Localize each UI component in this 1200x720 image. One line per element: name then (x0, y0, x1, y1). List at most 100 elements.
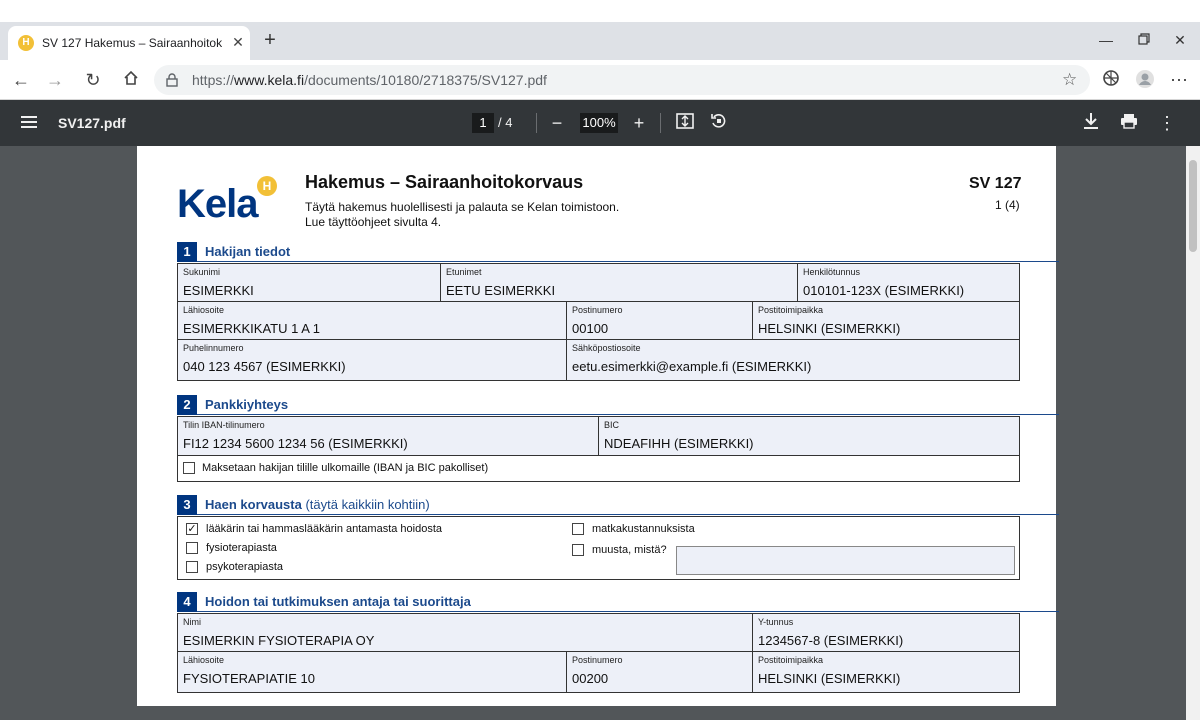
toolbar-divider (660, 113, 661, 133)
close-tab-icon[interactable]: ✕ (230, 34, 246, 50)
address-bar[interactable]: https://www.kela.fi/documents/10180/2718… (154, 65, 1090, 95)
forward-icon[interactable]: → (44, 69, 66, 91)
field-label: Postinumero (572, 655, 623, 665)
field-label: Lähiosoite (183, 655, 225, 665)
field-label: Henkilötunnus (803, 267, 861, 277)
provider-street-field[interactable]: Lähiosoite FYSIOTERAPIATIE 10 (177, 651, 567, 693)
bic-field[interactable]: BIC NDEAFIHH (ESIMERKKI) (598, 416, 1020, 456)
menu-icon[interactable] (18, 112, 40, 134)
claim-type-box: ✓ lääkärin tai hammaslääkärin antamasta … (177, 516, 1020, 580)
provider-post-office-field[interactable]: Postitoimipaikka HELSINKI (ESIMERKKI) (752, 651, 1020, 693)
section-number: 4 (177, 592, 197, 612)
kela-logo-mark-icon: H (257, 176, 277, 196)
other-reason-input[interactable] (676, 546, 1015, 575)
extensions-icon[interactable] (1100, 69, 1122, 91)
personal-id-field[interactable]: Henkilötunnus 010101-123X (ESIMERKKI) (797, 263, 1020, 302)
section-subtitle: (täytä kaikkiin kohtiin) (305, 497, 430, 512)
field-label: Y-tunnus (758, 617, 794, 627)
page-total: / 4 (498, 115, 513, 130)
checkbox-label: Maksetaan hakijan tilille ulkomaille (IB… (202, 462, 489, 474)
field-label: Postitoimipaikka (758, 305, 824, 315)
scrollbar-thumb[interactable] (1189, 160, 1197, 252)
field-value: ESIMERKKI (183, 283, 254, 298)
section-title-text: Haen korvausta (205, 497, 302, 512)
close-window-icon[interactable]: ✕ (1170, 30, 1190, 50)
page-number-input[interactable]: 1 (472, 113, 494, 133)
other-reason-checkbox[interactable] (572, 544, 584, 556)
lock-icon (166, 73, 178, 87)
field-value: 010101-123X (ESIMERKKI) (803, 283, 965, 298)
field-label: Lähiosoite (183, 305, 225, 315)
field-value: HELSINKI (ESIMERKKI) (758, 671, 901, 686)
new-tab-icon[interactable]: + (260, 30, 280, 50)
field-label: Puhelinnumero (183, 343, 244, 353)
checkbox-label: psykoterapiasta (206, 561, 284, 573)
minimize-icon[interactable]: — (1096, 30, 1116, 50)
pdf-more-icon[interactable]: ⋮ (1156, 112, 1178, 134)
field-value: EETU ESIMERKKI (446, 283, 556, 298)
field-value: FI12 1234 5600 1234 56 (ESIMERKKI) (183, 436, 408, 451)
provider-name-field[interactable]: Nimi ESIMERKIN FYSIOTERAPIA OY (177, 613, 753, 652)
field-label: Nimi (183, 617, 201, 627)
field-label: Sukunimi (183, 267, 221, 277)
first-names-field[interactable]: Etunimet EETU ESIMERKKI (440, 263, 798, 302)
business-id-field[interactable]: Y-tunnus 1234567-8 (ESIMERKKI) (752, 613, 1020, 652)
checkbox-label: muusta, mistä? (592, 544, 667, 556)
field-value: 040 123 4567 (ESIMERKKI) (183, 359, 346, 374)
form-page-indicator: 1 (4) (995, 198, 1020, 212)
physiotherapy-checkbox[interactable] (186, 542, 198, 554)
field-value: 00100 (572, 321, 609, 336)
section-number: 1 (177, 242, 197, 262)
restore-icon[interactable] (1134, 30, 1154, 50)
field-value: 00200 (572, 671, 609, 686)
street-address-field[interactable]: Lähiosoite ESIMERKKIKATU 1 A 1 (177, 301, 567, 340)
download-icon[interactable] (1080, 112, 1102, 134)
home-icon[interactable] (120, 69, 142, 91)
more-menu-icon[interactable]: ⋯ (1168, 69, 1190, 91)
field-value: eetu.esimerkki@example.fi (ESIMERKKI) (572, 359, 812, 374)
psychotherapy-checkbox[interactable] (186, 561, 198, 573)
travel-costs-checkbox[interactable] (572, 523, 584, 535)
bookmark-star-icon[interactable]: ☆ (1062, 70, 1077, 90)
section-title: Hoidon tai tutkimuksen antaja tai suorit… (205, 594, 471, 609)
foreign-account-checkbox[interactable] (183, 462, 195, 474)
field-label: Etunimet (446, 267, 482, 277)
field-label: BIC (604, 420, 620, 430)
doctor-treatment-checkbox[interactable]: ✓ (186, 523, 198, 535)
profile-avatar-icon[interactable] (1134, 69, 1156, 91)
phone-field[interactable]: Puhelinnumero 040 123 4567 (ESIMERKKI) (177, 339, 567, 381)
section-title: Pankkiyhteys (205, 397, 289, 412)
section-number: 3 (177, 495, 197, 515)
email-field[interactable]: Sähköpostiosoite eetu.esimerkki@example.… (566, 339, 1020, 381)
iban-field[interactable]: Tilin IBAN-tilinumero FI12 1234 5600 123… (177, 416, 599, 456)
postcode-field[interactable]: Postinumero 00100 (566, 301, 753, 340)
section-rule (197, 514, 1059, 515)
reload-icon[interactable]: ↻ (82, 69, 104, 91)
tab-strip: H SV 127 Hakemus – Sairaanhoitokorvaus ✕… (0, 22, 1200, 60)
url-text: https://www.kela.fi/documents/10180/2718… (192, 72, 547, 88)
pdf-file-name: SV127.pdf (58, 115, 126, 131)
back-icon[interactable]: ← (10, 69, 32, 91)
checkbox-label: matkakustannuksista (592, 523, 695, 535)
field-label: Sähköpostiosoite (572, 343, 641, 353)
browser-tab-active[interactable]: H SV 127 Hakemus – Sairaanhoitokorvaus ✕ (8, 26, 250, 60)
surname-field[interactable]: Sukunimi ESIMERKKI (177, 263, 441, 302)
fit-page-icon[interactable] (674, 112, 696, 134)
scrollbar[interactable] (1186, 146, 1200, 720)
section-title: Hakijan tiedot (205, 244, 291, 259)
print-icon[interactable] (1118, 112, 1140, 134)
field-value: ESIMERKIN FYSIOTERAPIA OY (183, 633, 375, 648)
provider-postcode-field[interactable]: Postinumero 00200 (566, 651, 753, 693)
section-rule (197, 261, 1059, 262)
rotate-icon[interactable] (708, 112, 730, 134)
tab-title: SV 127 Hakemus – Sairaanhoitokorvaus (42, 36, 222, 50)
form-title: Hakemus – Sairaanhoitokorvaus (305, 172, 584, 192)
zoom-in-icon[interactable]: + (628, 112, 650, 134)
zoom-level-input[interactable]: 100% (580, 113, 618, 133)
pdf-viewer-area: Kela H Hakemus – Sairaanhoitokorvaus Täy… (0, 146, 1200, 720)
top-margin (0, 0, 1200, 22)
post-office-field[interactable]: Postitoimipaikka HELSINKI (ESIMERKKI) (752, 301, 1020, 340)
zoom-out-icon[interactable]: − (546, 112, 568, 134)
pdf-toolbar: SV127.pdf 1 / 4 − 100% + ⋮ (0, 100, 1200, 146)
form-code: SV 127 (969, 175, 1022, 192)
